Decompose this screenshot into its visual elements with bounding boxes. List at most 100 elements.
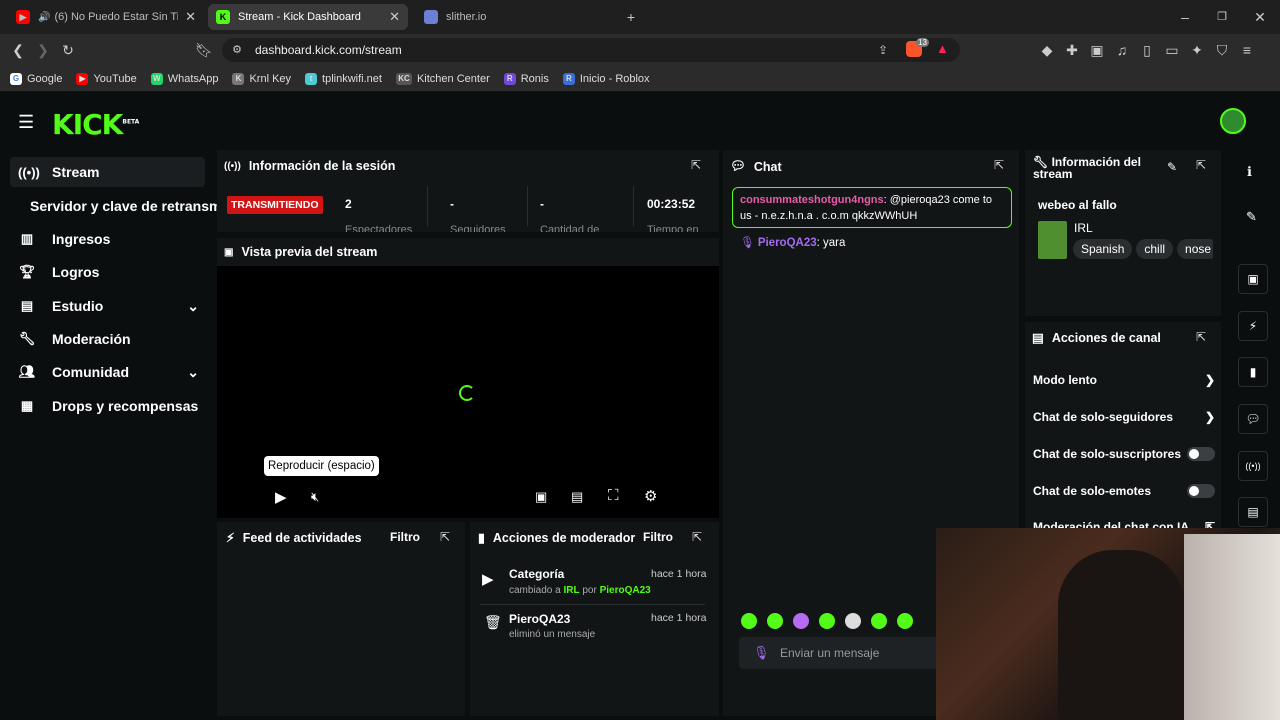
popout-icon[interactable]: ⇱ xyxy=(440,530,450,544)
followers-only-item[interactable]: Chat de solo-seguidores ❯ xyxy=(1033,410,1215,424)
sidebar-item-achievements[interactable]: 🏆︎ Logros xyxy=(10,257,205,287)
wallet-icon[interactable]: ▭ xyxy=(1163,41,1181,59)
video-player[interactable]: Reproducir (espacio) ▶ 🔇︎ ▣ ▤ ⛶ ⚙ xyxy=(217,266,719,518)
brave-rewards-icon[interactable]: ▲ xyxy=(936,41,949,56)
pinned-message[interactable]: consummateshotgun4ngns: @pieroqa23 come … xyxy=(732,187,1012,228)
edit-pencil-icon[interactable]: ✎ xyxy=(1167,160,1177,174)
tag-chip[interactable]: nose xyxy=(1177,239,1213,259)
mic-icon[interactable]: 🎙︎ xyxy=(753,645,770,661)
emote-icon[interactable] xyxy=(819,613,835,629)
bookmark-krnl[interactable]: K Krnl Key xyxy=(232,72,291,85)
sidebar-item-drops[interactable]: ▦ Drops y recompensas xyxy=(10,391,205,421)
chat-username[interactable]: PieroQA23 xyxy=(758,237,817,249)
menu-icon[interactable]: ≡ xyxy=(1238,41,1256,59)
hamburger-menu-icon[interactable]: ☰ xyxy=(18,112,34,133)
avatar[interactable] xyxy=(1220,108,1246,134)
share-icon[interactable]: ⇪ xyxy=(874,41,892,59)
mod-actions-toggle-button[interactable]: ▮ xyxy=(1238,357,1268,387)
close-tab-icon[interactable]: ✕ xyxy=(389,9,400,25)
sidebar-toggle-icon[interactable]: ▯ xyxy=(1138,41,1156,59)
bookmark-youtube[interactable]: ▶ YouTube xyxy=(76,72,137,85)
popout-icon[interactable]: ⇱ xyxy=(691,158,701,172)
emote-icon[interactable] xyxy=(793,613,809,629)
sidebar-item-moderation[interactable]: 🔧︎ Moderación xyxy=(10,324,205,354)
edit-pencil-icon[interactable]: ✎ xyxy=(1246,209,1257,225)
bookmark-tplink[interactable]: t tplinkwifi.net xyxy=(305,72,382,85)
subscribers-only-toggle[interactable] xyxy=(1187,447,1215,461)
sidebar-item-server-key[interactable]: Servidor y clave de retransm xyxy=(22,191,221,221)
ronis-icon: R xyxy=(503,72,516,85)
stream-preview-panel: ▣ Vista previa del stream Reproducir (esp… xyxy=(217,238,719,518)
close-tab-icon[interactable]: ✕ xyxy=(185,9,196,25)
emote-icon[interactable] xyxy=(897,613,913,629)
site-settings-icon[interactable]: ⚙ xyxy=(228,41,246,59)
popout-icon[interactable]: ⇱ xyxy=(692,530,702,544)
kick-logo[interactable]: KICKBETA xyxy=(52,108,139,141)
tab-slither[interactable]: slither.io xyxy=(416,4,616,30)
settings-gear-icon[interactable]: ⚙ xyxy=(644,487,657,505)
emote-icon[interactable] xyxy=(767,613,783,629)
pip-icon[interactable]: ▣ xyxy=(535,489,547,505)
play-icon[interactable]: ▶ xyxy=(275,488,287,506)
sidebar-item-stream[interactable]: ((•)) Stream xyxy=(10,157,205,187)
mod-action-time: hace 1 hora xyxy=(651,612,707,624)
tplink-icon: t xyxy=(305,72,318,85)
divider xyxy=(427,186,428,226)
slow-mode-item[interactable]: Modo lento ❯ xyxy=(1033,373,1215,387)
vpn-icon[interactable]: ⛉ xyxy=(1213,41,1231,59)
bookmark-kitchen-center[interactable]: KC Kitchen Center xyxy=(395,72,490,85)
emote-icon[interactable] xyxy=(741,613,757,629)
popout-icon[interactable]: ⇱ xyxy=(1196,158,1206,172)
popout-icon[interactable]: ⇱ xyxy=(994,158,1004,172)
popout-icon[interactable]: ⇱ xyxy=(1196,330,1206,344)
filter-button[interactable]: Filtro xyxy=(390,530,420,544)
info-icon[interactable]: ℹ xyxy=(1247,164,1252,180)
filter-button[interactable]: Filtro xyxy=(643,530,673,544)
emote-icon[interactable] xyxy=(845,613,861,629)
bookmark-google[interactable]: G Google xyxy=(10,72,62,85)
maximize-icon[interactable]: ❐ xyxy=(1213,8,1231,26)
sidebar-item-income[interactable]: ▥ Ingresos xyxy=(10,224,205,254)
extension-icon[interactable]: ◆ xyxy=(1038,41,1056,59)
actions-toggle-button[interactable]: ▤ xyxy=(1238,497,1268,527)
emote-icon[interactable] xyxy=(871,613,887,629)
tag-chip[interactable]: Spanish xyxy=(1073,239,1133,259)
tag-chip[interactable]: chill xyxy=(1136,239,1174,259)
category-name[interactable]: IRL xyxy=(1074,221,1093,235)
popout-icon: ⇱ xyxy=(1204,520,1215,528)
bookmark-whatsapp[interactable]: W WhatsApp xyxy=(150,72,218,85)
screenshot-icon[interactable]: ▣ xyxy=(1088,41,1106,59)
emotes-only-item: Chat de solo-emotes xyxy=(1033,484,1215,498)
media-icon[interactable]: ♫ xyxy=(1113,41,1131,59)
bookmark-roblox[interactable]: R Inicio - Roblox xyxy=(562,72,650,85)
theater-icon[interactable]: ▤ xyxy=(571,489,583,505)
preview-icon: ▣ xyxy=(224,246,234,258)
emotes-only-toggle[interactable] xyxy=(1187,484,1215,498)
address-bar[interactable]: ⚙ dashboard.kick.com/stream ⇪ 13 ▲ xyxy=(222,38,960,62)
sidebar-item-community[interactable]: 👥︎ Comunidad ⌄ xyxy=(10,357,205,387)
bookmark-ronis[interactable]: R Ronis xyxy=(503,72,549,85)
play-tooltip: Reproducir (espacio) xyxy=(264,456,379,476)
fullscreen-icon[interactable]: ⛶ xyxy=(608,487,619,504)
chat-toggle-button[interactable]: 💬︎ xyxy=(1238,404,1268,434)
stat-label: Tiempo en xyxy=(647,224,699,232)
ai-moderation-item[interactable]: Moderación del chat con IA ⇱ xyxy=(1033,520,1215,528)
mute-icon[interactable]: 🔇︎ xyxy=(311,489,319,505)
forward-icon[interactable]: ❯ xyxy=(34,41,52,59)
preview-toggle-button[interactable]: ▣ xyxy=(1238,264,1268,294)
close-window-icon[interactable]: ✕ xyxy=(1251,8,1269,26)
tab-kick-dashboard[interactable]: K Stream - Kick Dashboard ✕ xyxy=(208,4,408,30)
back-icon[interactable]: ❮ xyxy=(9,41,27,59)
reload-icon[interactable]: ↻ xyxy=(59,41,77,59)
leo-ai-icon[interactable]: ✦ xyxy=(1188,41,1206,59)
puzzle-icon[interactable]: ✚ xyxy=(1063,41,1081,59)
sidebar-item-studio[interactable]: ▤ Estudio ⌄ xyxy=(10,291,205,321)
session-toggle-button[interactable]: ((•)) xyxy=(1238,451,1268,481)
tab-youtube[interactable]: ▶ 🔊 (6) No Puedo Estar Sin Ti - Yo ✕ xyxy=(8,4,204,30)
minimize-icon[interactable]: – xyxy=(1176,8,1194,26)
bookmark-icon[interactable]: 🔖︎ xyxy=(195,41,213,59)
chat-username[interactable]: consummateshotgun4ngns xyxy=(740,194,884,206)
chat-input[interactable]: 🎙︎ Enviar un mensaje xyxy=(739,637,949,669)
activity-toggle-button[interactable]: ⚡︎ xyxy=(1238,311,1268,341)
new-tab-button[interactable]: + xyxy=(622,8,640,26)
